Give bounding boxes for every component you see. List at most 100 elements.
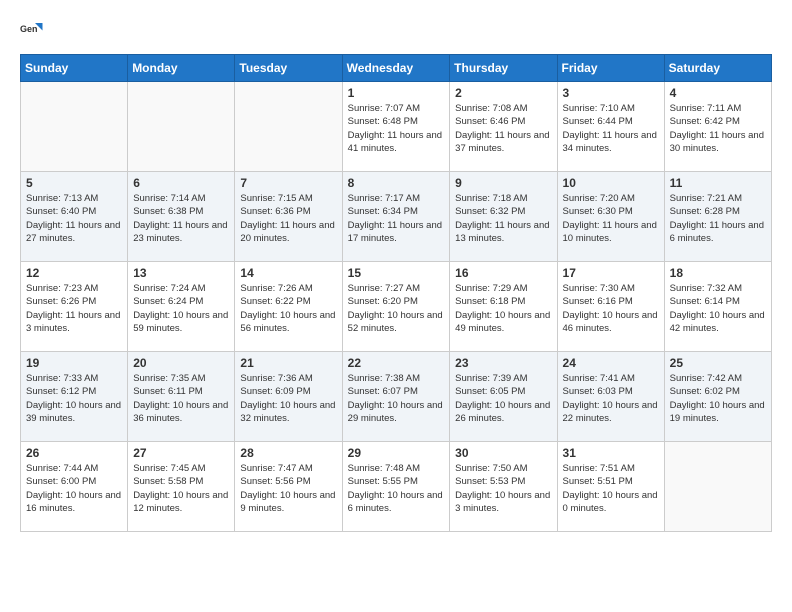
- calendar-cell: 2 Sunrise: 7:08 AM Sunset: 6:46 PM Daylig…: [450, 82, 557, 172]
- calendar-cell: 18 Sunrise: 7:32 AM Sunset: 6:14 PM Dayli…: [664, 262, 771, 352]
- day-number: 18: [670, 266, 766, 280]
- day-number: 31: [563, 446, 659, 460]
- day-info: Sunrise: 7:08 AM Sunset: 6:46 PM Dayligh…: [455, 102, 551, 155]
- calendar-week-row: 5 Sunrise: 7:13 AM Sunset: 6:40 PM Daylig…: [21, 172, 772, 262]
- weekday-header-sunday: Sunday: [21, 55, 128, 82]
- day-info: Sunrise: 7:18 AM Sunset: 6:32 PM Dayligh…: [455, 192, 551, 245]
- day-number: 2: [455, 86, 551, 100]
- day-info: Sunrise: 7:26 AM Sunset: 6:22 PM Dayligh…: [240, 282, 336, 335]
- calendar-cell: 7Sunrise: 7:15 AM Sunset: 6:36 PM Daylig…: [235, 172, 342, 262]
- day-info: Sunrise: 7:44 AM Sunset: 6:00 PM Dayligh…: [26, 462, 122, 515]
- day-number: 23: [455, 356, 551, 370]
- calendar-cell: 15 Sunrise: 7:27 AM Sunset: 6:20 PM Dayli…: [342, 262, 450, 352]
- calendar-cell: 9 Sunrise: 7:18 AM Sunset: 6:32 PM Daylig…: [450, 172, 557, 262]
- calendar-cell: 30Sunrise: 7:50 AM Sunset: 5:53 PM Dayli…: [450, 442, 557, 532]
- day-info: Sunrise: 7:15 AM Sunset: 6:36 PM Dayligh…: [240, 192, 336, 245]
- calendar-cell: 26 Sunrise: 7:44 AM Sunset: 6:00 PM Dayli…: [21, 442, 128, 532]
- calendar-cell: 4 Sunrise: 7:11 AM Sunset: 6:42 PM Daylig…: [664, 82, 771, 172]
- day-number: 16: [455, 266, 551, 280]
- weekday-header-saturday: Saturday: [664, 55, 771, 82]
- calendar-cell: 23 Sunrise: 7:39 AM Sunset: 6:05 PM Dayli…: [450, 352, 557, 442]
- day-number: 11: [670, 176, 766, 190]
- day-info: Sunrise: 7:39 AM Sunset: 6:05 PM Dayligh…: [455, 372, 551, 425]
- calendar-cell: 8Sunrise: 7:17 AM Sunset: 6:34 PM Daylig…: [342, 172, 450, 262]
- day-info: Sunrise: 7:42 AM Sunset: 6:02 PM Dayligh…: [670, 372, 766, 425]
- calendar-cell: 27 Sunrise: 7:45 AM Sunset: 5:58 PM Dayli…: [128, 442, 235, 532]
- day-number: 14: [240, 266, 336, 280]
- day-info: Sunrise: 7:23 AM Sunset: 6:26 PM Dayligh…: [26, 282, 122, 335]
- calendar-cell: [21, 82, 128, 172]
- calendar-cell: 22 Sunrise: 7:38 AM Sunset: 6:07 PM Dayli…: [342, 352, 450, 442]
- calendar-cell: 19 Sunrise: 7:33 AM Sunset: 6:12 PM Dayli…: [21, 352, 128, 442]
- weekday-header-tuesday: Tuesday: [235, 55, 342, 82]
- weekday-header-monday: Monday: [128, 55, 235, 82]
- day-number: 27: [133, 446, 229, 460]
- day-number: 21: [240, 356, 336, 370]
- day-number: 22: [348, 356, 445, 370]
- calendar-cell: 10Sunrise: 7:20 AM Sunset: 6:30 PM Dayli…: [557, 172, 664, 262]
- calendar-cell: 13 Sunrise: 7:24 AM Sunset: 6:24 PM Dayli…: [128, 262, 235, 352]
- day-info: Sunrise: 7:48 AM Sunset: 5:55 PM Dayligh…: [348, 462, 445, 515]
- calendar-cell: 1Sunrise: 7:07 AM Sunset: 6:48 PM Daylig…: [342, 82, 450, 172]
- day-info: Sunrise: 7:07 AM Sunset: 6:48 PM Dayligh…: [348, 102, 445, 155]
- page-header: Gen: [20, 20, 772, 44]
- day-number: 13: [133, 266, 229, 280]
- day-number: 3: [563, 86, 659, 100]
- calendar-cell: 5 Sunrise: 7:13 AM Sunset: 6:40 PM Daylig…: [21, 172, 128, 262]
- day-info: Sunrise: 7:47 AM Sunset: 5:56 PM Dayligh…: [240, 462, 336, 515]
- day-number: 26: [26, 446, 122, 460]
- calendar-week-row: 12 Sunrise: 7:23 AM Sunset: 6:26 PM Dayli…: [21, 262, 772, 352]
- day-number: 29: [348, 446, 445, 460]
- calendar-table: SundayMondayTuesdayWednesdayThursdayFrid…: [20, 54, 772, 532]
- day-info: Sunrise: 7:10 AM Sunset: 6:44 PM Dayligh…: [563, 102, 659, 155]
- day-number: 19: [26, 356, 122, 370]
- calendar-cell: 16Sunrise: 7:29 AM Sunset: 6:18 PM Dayli…: [450, 262, 557, 352]
- calendar-week-row: 26 Sunrise: 7:44 AM Sunset: 6:00 PM Dayli…: [21, 442, 772, 532]
- calendar-cell: 17 Sunrise: 7:30 AM Sunset: 6:16 PM Dayli…: [557, 262, 664, 352]
- calendar-cell: 28 Sunrise: 7:47 AM Sunset: 5:56 PM Dayli…: [235, 442, 342, 532]
- logo: Gen: [20, 20, 48, 44]
- day-info: Sunrise: 7:41 AM Sunset: 6:03 PM Dayligh…: [563, 372, 659, 425]
- calendar-cell: [664, 442, 771, 532]
- day-number: 6: [133, 176, 229, 190]
- day-info: Sunrise: 7:30 AM Sunset: 6:16 PM Dayligh…: [563, 282, 659, 335]
- day-info: Sunrise: 7:21 AM Sunset: 6:28 PM Dayligh…: [670, 192, 766, 245]
- day-number: 25: [670, 356, 766, 370]
- day-number: 17: [563, 266, 659, 280]
- day-info: Sunrise: 7:35 AM Sunset: 6:11 PM Dayligh…: [133, 372, 229, 425]
- day-number: 12: [26, 266, 122, 280]
- calendar-cell: 3 Sunrise: 7:10 AM Sunset: 6:44 PM Daylig…: [557, 82, 664, 172]
- calendar-cell: 20 Sunrise: 7:35 AM Sunset: 6:11 PM Dayli…: [128, 352, 235, 442]
- calendar-header-row: SundayMondayTuesdayWednesdayThursdayFrid…: [21, 55, 772, 82]
- weekday-header-friday: Friday: [557, 55, 664, 82]
- day-number: 15: [348, 266, 445, 280]
- day-info: Sunrise: 7:33 AM Sunset: 6:12 PM Dayligh…: [26, 372, 122, 425]
- day-number: 9: [455, 176, 551, 190]
- calendar-cell: 24 Sunrise: 7:41 AM Sunset: 6:03 PM Dayli…: [557, 352, 664, 442]
- day-info: Sunrise: 7:38 AM Sunset: 6:07 PM Dayligh…: [348, 372, 445, 425]
- day-number: 4: [670, 86, 766, 100]
- weekday-header-wednesday: Wednesday: [342, 55, 450, 82]
- calendar-cell: 31 Sunrise: 7:51 AM Sunset: 5:51 PM Dayli…: [557, 442, 664, 532]
- day-number: 24: [563, 356, 659, 370]
- day-info: Sunrise: 7:45 AM Sunset: 5:58 PM Dayligh…: [133, 462, 229, 515]
- day-info: Sunrise: 7:50 AM Sunset: 5:53 PM Dayligh…: [455, 462, 551, 515]
- calendar-cell: 14 Sunrise: 7:26 AM Sunset: 6:22 PM Dayli…: [235, 262, 342, 352]
- day-info: Sunrise: 7:51 AM Sunset: 5:51 PM Dayligh…: [563, 462, 659, 515]
- day-number: 28: [240, 446, 336, 460]
- day-info: Sunrise: 7:13 AM Sunset: 6:40 PM Dayligh…: [26, 192, 122, 245]
- calendar-cell: 25 Sunrise: 7:42 AM Sunset: 6:02 PM Dayli…: [664, 352, 771, 442]
- calendar-week-row: 19 Sunrise: 7:33 AM Sunset: 6:12 PM Dayli…: [21, 352, 772, 442]
- day-number: 20: [133, 356, 229, 370]
- day-number: 5: [26, 176, 122, 190]
- day-info: Sunrise: 7:17 AM Sunset: 6:34 PM Dayligh…: [348, 192, 445, 245]
- day-info: Sunrise: 7:27 AM Sunset: 6:20 PM Dayligh…: [348, 282, 445, 335]
- calendar-week-row: 1Sunrise: 7:07 AM Sunset: 6:48 PM Daylig…: [21, 82, 772, 172]
- day-info: Sunrise: 7:20 AM Sunset: 6:30 PM Dayligh…: [563, 192, 659, 245]
- day-info: Sunrise: 7:11 AM Sunset: 6:42 PM Dayligh…: [670, 102, 766, 155]
- day-info: Sunrise: 7:32 AM Sunset: 6:14 PM Dayligh…: [670, 282, 766, 335]
- calendar-cell: 12 Sunrise: 7:23 AM Sunset: 6:26 PM Dayli…: [21, 262, 128, 352]
- day-info: Sunrise: 7:24 AM Sunset: 6:24 PM Dayligh…: [133, 282, 229, 335]
- calendar-cell: [235, 82, 342, 172]
- weekday-header-thursday: Thursday: [450, 55, 557, 82]
